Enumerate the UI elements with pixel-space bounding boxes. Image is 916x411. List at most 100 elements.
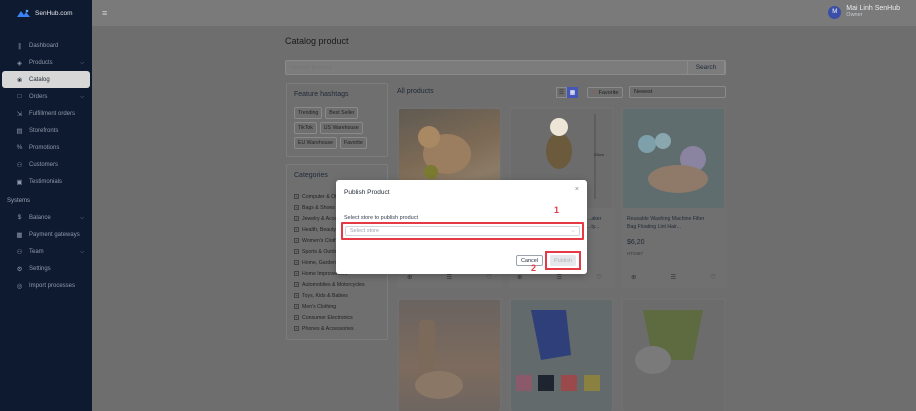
products-header: All products (397, 88, 434, 95)
sidebar-item-storefronts[interactable]: ▤ Storefronts (0, 122, 92, 139)
list-view-icon[interactable]: ☰ (556, 87, 567, 98)
hashtag-chip[interactable]: Best Seller (325, 107, 359, 119)
sidebar-item-catalog[interactable]: ❀ Catalog (2, 71, 90, 88)
category-label: Phones & Accessories (302, 325, 354, 332)
product-image (623, 109, 724, 208)
import-icon: ◎ (16, 282, 23, 290)
hashtag-chip[interactable]: US Warehouse (319, 122, 363, 134)
users-icon: ⚇ (16, 161, 23, 169)
sidebar-item-balance[interactable]: $ Balance ⌵ (0, 209, 92, 226)
page-title: Catalog product (285, 36, 349, 46)
category-item[interactable]: + Consumer Electronics (294, 312, 384, 323)
sidebar-item-label: Orders (29, 93, 48, 100)
expand-icon[interactable]: + (294, 326, 299, 331)
expand-icon[interactable]: + (294, 260, 299, 265)
product-image (511, 300, 612, 411)
favorite-filter-button[interactable]: ♡ Favorite (587, 87, 623, 98)
sidebar-item-fulfillment-orders[interactable]: ⇲ Fulfillment orders (0, 105, 92, 122)
expand-icon[interactable]: + (294, 238, 299, 243)
hashtag-chip[interactable]: Trending (294, 107, 323, 119)
expand-icon[interactable]: + (294, 249, 299, 254)
details-icon[interactable]: ☰ (446, 273, 452, 281)
close-icon[interactable]: × (575, 186, 579, 193)
publish-button[interactable]: Publish (550, 255, 576, 266)
expand-icon[interactable]: + (294, 282, 299, 287)
grid-view-icon[interactable]: ▦ (567, 87, 578, 98)
annotation-marker-1: 1 (554, 205, 560, 215)
heart-icon[interactable]: ♡ (596, 273, 602, 281)
card-actions: ⊕ ☰ ♡ (407, 273, 492, 281)
chevron-down-icon: ⌵ (80, 59, 84, 66)
category-item[interactable]: + Men's Clothing (294, 301, 384, 312)
brand[interactable]: SenHub.com (0, 0, 92, 26)
dollar-icon: $ (17, 214, 22, 221)
product-card[interactable] (621, 298, 726, 411)
heart-icon[interactable]: ♡ (710, 273, 716, 281)
heart-icon[interactable]: ♡ (486, 273, 492, 281)
product-price: $6,20 (627, 239, 645, 246)
product-sku: HT0487 (627, 251, 644, 256)
sidebar: ∥ Dashboard ◈ Products ⌵ ❀ Catalog □ Orders ⌵ ⇲ Ful… (0, 26, 92, 411)
add-icon[interactable]: ⊕ (517, 273, 522, 281)
chevron-down-icon: ⌵ (80, 93, 84, 100)
bar-chart-icon: ∥ (17, 42, 22, 50)
search-button[interactable]: Search (687, 60, 725, 75)
hashtags-panel: Feature hashtags Trending Best Seller TikT… (286, 83, 388, 157)
add-icon[interactable]: ⊕ (631, 273, 636, 281)
view-toggle: ☰ ▦ (556, 87, 578, 98)
expand-icon[interactable]: + (294, 227, 299, 232)
expand-icon[interactable]: + (294, 194, 299, 199)
details-icon[interactable]: ☰ (670, 273, 676, 281)
sidebar-item-label: Catalog (29, 76, 50, 83)
search-input[interactable] (286, 61, 686, 74)
cancel-button[interactable]: Cancel (516, 255, 543, 266)
product-card[interactable] (509, 298, 614, 411)
sidebar-item-dashboard[interactable]: ∥ Dashboard (0, 37, 92, 54)
category-item[interactable]: + Phones & Accessories (294, 323, 384, 334)
expand-icon[interactable]: + (294, 205, 299, 210)
hashtag-chip[interactable]: EU Warehouse (294, 137, 337, 149)
product-title: ...aker ...ty... (587, 216, 602, 230)
store-select-placeholder: Select store (350, 228, 380, 234)
hashtag-chip[interactable]: TikTok (294, 122, 317, 134)
hashtag-chip[interactable]: Favorite (339, 137, 367, 149)
sidebar-item-import-processes[interactable]: ◎ Import processes (0, 277, 92, 294)
product-card[interactable]: Reusable Washing Machine Filter Bag Floa… (621, 107, 726, 288)
sidebar-item-testimonials[interactable]: ▣ Testimonials (0, 173, 92, 190)
category-item[interactable]: + Automobiles & Motorcycles (294, 279, 384, 290)
category-label: Automobiles & Motorcycles (302, 281, 365, 288)
category-label: Men's Clothing (302, 303, 337, 310)
menu-icon[interactable]: ≡ (102, 8, 107, 18)
sidebar-item-orders[interactable]: □ Orders ⌵ (0, 88, 92, 105)
expand-icon[interactable]: + (294, 216, 299, 221)
dimension-label: 23cm (594, 152, 604, 157)
box-icon: ◈ (17, 59, 22, 67)
sidebar-item-label: Testimonials (29, 178, 63, 185)
expand-icon[interactable]: + (294, 315, 299, 320)
publish-product-modal: Publish Product × Select store to publis… (336, 180, 587, 274)
sidebar-item-customers[interactable]: ⚇ Customers (0, 156, 92, 173)
product-card[interactable] (397, 298, 502, 411)
expand-icon[interactable]: + (294, 293, 299, 298)
category-item[interactable]: + Toys, Kids & Babies (294, 290, 384, 301)
percent-icon: % (16, 144, 23, 151)
store-select[interactable]: Select store ⌵ (345, 226, 580, 236)
add-icon[interactable]: ⊕ (407, 273, 412, 281)
user-menu[interactable]: M Mai Linh SenHub Owner (828, 5, 900, 19)
expand-icon[interactable]: + (294, 271, 299, 276)
product-title: Reusable Washing Machine Filter Bag Floa… (627, 216, 705, 230)
sort-select[interactable]: Newest (629, 86, 726, 98)
sidebar-item-label: Fulfillment orders (29, 110, 76, 117)
hashtags-title: Feature hashtags (294, 91, 349, 98)
sidebar-item-label: Balance (29, 214, 51, 221)
sidebar-item-payment-gateways[interactable]: ▦ Payment gateways (0, 226, 92, 243)
sidebar-item-products[interactable]: ◈ Products ⌵ (0, 54, 92, 71)
details-icon[interactable]: ☰ (556, 273, 562, 281)
sidebar-item-label: Storefronts (29, 127, 59, 134)
sidebar-item-promotions[interactable]: % Promotions (0, 139, 92, 156)
expand-icon[interactable]: + (294, 304, 299, 309)
catalog-icon: ❀ (16, 76, 23, 84)
sidebar-item-team[interactable]: ⚇ Team ⌵ (0, 243, 92, 260)
sidebar-item-settings[interactable]: ⚙ Settings (0, 260, 92, 277)
category-label: Consumer Electronics (302, 314, 353, 321)
